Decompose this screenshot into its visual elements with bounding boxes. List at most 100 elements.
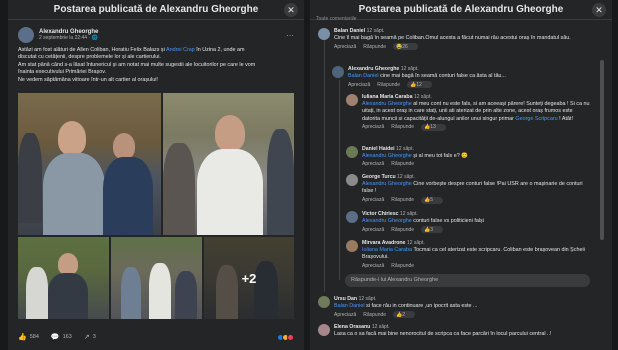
comment-count: 163 <box>62 334 72 340</box>
reaction-count-value: 2 <box>402 311 406 318</box>
comment-author[interactable]: Elena Orasanu <box>334 324 370 330</box>
post-date[interactable]: 2 septembrie la 22:44 · 🌐 <box>39 35 98 41</box>
avatar[interactable] <box>346 94 358 106</box>
close-icon[interactable]: ✕ <box>592 3 606 17</box>
comment-author[interactable]: Daniel Haidei <box>362 146 395 152</box>
post-text-line: în Uzina 2, unde am <box>194 47 245 53</box>
post-author-row: Alexandru Gheorghe 2 septembrie la 22:44… <box>8 20 304 43</box>
close-icon[interactable]: ✕ <box>284 3 298 17</box>
comment-text: Lasa ca o sa facă mai bine nenorocitul d… <box>334 331 552 338</box>
comment-text: conturi false vs politicieni falși <box>411 218 484 225</box>
photo-2[interactable] <box>163 93 294 235</box>
comment-author[interactable]: Alexandru Gheorghe <box>348 66 399 72</box>
comment-author[interactable]: Iuliana Maria Caraba <box>362 94 412 100</box>
like-action[interactable]: Apreciază <box>362 227 384 233</box>
comment: Ursu Dan 12 săpt. Balan Daniel si face râ… <box>318 296 588 319</box>
photo-4[interactable] <box>111 237 202 319</box>
share-icon: ↗ <box>83 334 90 341</box>
comment-author[interactable]: Mirvara Avadrone <box>362 240 405 246</box>
reaction-count[interactable]: 😂 26 <box>393 43 418 51</box>
comment-time[interactable]: 12 săpt. <box>372 324 390 330</box>
reaction-count-value: 3 <box>430 226 434 233</box>
reaction-count[interactable]: 👍 13 <box>421 123 446 131</box>
comment-body: Alexandru Gheorghe 12 săpt. Balan Daniel … <box>348 66 506 80</box>
comment-body: Mirvara Avadrone 12 săpt. Iuliana Maria C… <box>362 240 592 262</box>
like-action[interactable]: Apreciază <box>362 197 384 203</box>
comment-mention[interactable]: Balan Daniel <box>334 303 365 309</box>
mention-link[interactable]: Andrei Crap <box>166 47 195 53</box>
avatar[interactable] <box>332 66 344 78</box>
reaction-count[interactable]: 👍 3 <box>421 226 444 234</box>
post-text-line: Astăzi am fost alături de Allen Coliban,… <box>18 47 167 53</box>
post-stats: 👍 584 💬 163 ↗ 3 <box>18 333 294 341</box>
post-text-line: Ne vedem săptămâna viitoare într-un alt … <box>18 76 158 83</box>
avatar[interactable] <box>318 296 330 308</box>
avatar[interactable] <box>346 146 358 158</box>
reply-action[interactable]: Răspunde <box>363 44 386 50</box>
photo-1[interactable] <box>18 93 161 235</box>
author-meta: Alexandru Gheorghe 2 septembrie la 22:44… <box>39 29 98 41</box>
comment-mention[interactable]: Balan Daniel <box>348 73 379 79</box>
comment-body: Balan Daniel 12 săpt. Cine îl mai bagă în… <box>334 28 571 42</box>
like-action[interactable]: Apreciază <box>348 82 370 88</box>
scrollbar[interactable] <box>600 60 604 240</box>
share-stat[interactable]: ↗ 3 <box>84 333 96 341</box>
reply-action[interactable]: Răspunde <box>391 263 414 269</box>
like-action[interactable]: Apreciază <box>334 44 356 50</box>
comment-author[interactable]: Ursu Dan <box>334 296 357 302</box>
like-icon: 👍 <box>18 334 27 341</box>
avatar[interactable] <box>318 324 330 336</box>
comment-author[interactable]: Victor Chiriesc <box>362 211 399 217</box>
comment-time[interactable]: 12 săpt. <box>359 296 377 302</box>
avatar[interactable] <box>318 28 330 40</box>
comment-time[interactable]: 12 săpt. <box>414 94 432 100</box>
comment-time[interactable]: 12 săpt. <box>401 66 419 72</box>
reaction-icons[interactable] <box>277 333 294 341</box>
comment-time[interactable]: 12 săpt. <box>396 146 414 152</box>
reaction-count[interactable]: 👍 5 <box>421 196 444 204</box>
photo-3[interactable] <box>18 237 109 319</box>
reply-action[interactable]: Răspunde <box>391 124 414 130</box>
like-stat[interactable]: 👍 584 <box>18 333 39 341</box>
comment-time[interactable]: 12 săpt. <box>367 28 385 34</box>
comment-body: George Turcu 12 săpt. Alexandru Gheorghe … <box>362 174 592 196</box>
photo-5[interactable]: +2 <box>204 237 294 319</box>
more-photos-count[interactable]: +2 <box>204 237 294 319</box>
avatar[interactable] <box>346 240 358 252</box>
comment-author[interactable]: Balan Daniel <box>334 28 365 34</box>
comment-mention[interactable]: George Scripcaru <box>515 116 557 122</box>
thread-line <box>324 40 325 292</box>
comment-mention[interactable]: Alexandru Gheorghe <box>362 218 412 224</box>
like-action[interactable]: Apreciază <box>362 161 384 167</box>
comment-stat[interactable]: 💬 163 <box>51 333 72 341</box>
reply-input[interactable]: Răspunde-i lui Alexandru Gheorghe <box>345 274 590 287</box>
comments-filter[interactable]: Toate comentariile <box>316 16 357 22</box>
comment-actions: Apreciază Răspunde <box>362 263 592 269</box>
comment-mention[interactable]: Iuliana Maria Caraba <box>362 247 412 253</box>
reaction-count[interactable]: 👍 2 <box>393 311 416 319</box>
like-action[interactable]: Apreciază <box>362 263 384 269</box>
like-action[interactable]: Apreciază <box>334 312 356 318</box>
reply-action[interactable]: Răspunde <box>377 82 400 88</box>
reply-action[interactable]: Răspunde <box>391 197 414 203</box>
comment-time[interactable]: 12 săpt. <box>400 211 418 217</box>
reply-action[interactable]: Răspunde <box>391 227 414 233</box>
reply-action[interactable]: Răspunde <box>391 161 414 167</box>
thread-line <box>339 80 340 280</box>
reply-action[interactable]: Răspunde <box>363 312 386 318</box>
comment-time[interactable]: 12 săpt. <box>397 174 415 180</box>
comment-time[interactable]: 12 săpt. <box>407 240 425 246</box>
avatar[interactable] <box>18 27 34 43</box>
comment-mention[interactable]: Alexandru Gheorghe <box>362 153 412 159</box>
post-text: Astăzi am fost alături de Allen Coliban,… <box>8 43 304 84</box>
comment-mention[interactable]: Alexandru Gheorghe <box>362 101 412 107</box>
avatar[interactable] <box>346 174 358 186</box>
more-options-icon[interactable]: ··· <box>286 31 294 40</box>
comment-actions: Apreciază Răspunde 👍 12 <box>348 81 506 89</box>
reaction-count[interactable]: 👍 12 <box>407 81 432 89</box>
share-count: 3 <box>92 334 96 340</box>
avatar[interactable] <box>346 211 358 223</box>
comment-mention[interactable]: Alexandru Gheorghe <box>362 181 412 187</box>
like-action[interactable]: Apreciază <box>362 124 384 130</box>
comment-author[interactable]: George Turcu <box>362 174 396 180</box>
